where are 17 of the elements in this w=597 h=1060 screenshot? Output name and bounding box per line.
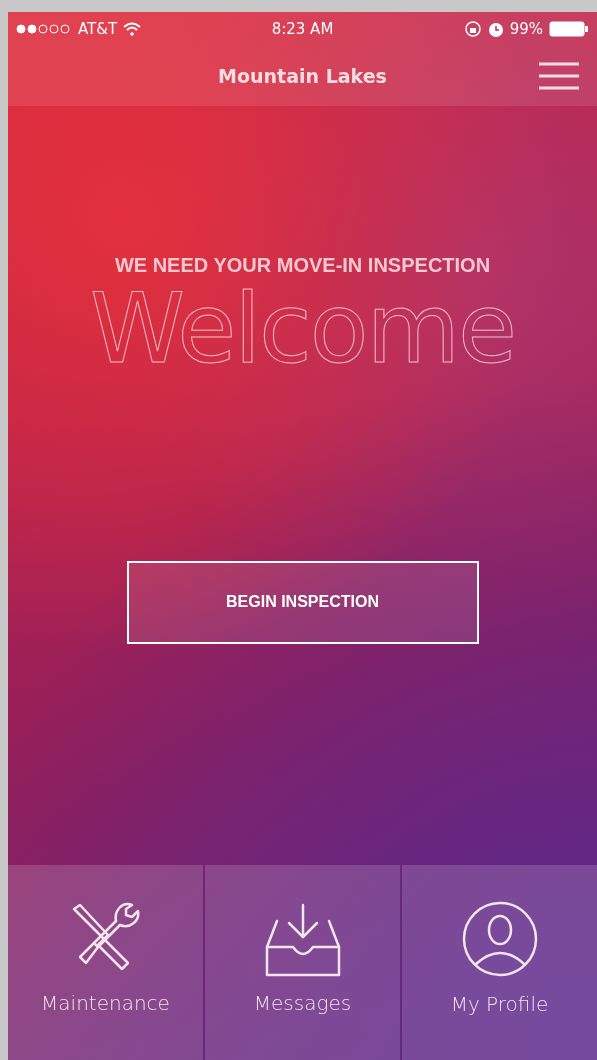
welcome-text: Welcome bbox=[89, 277, 516, 383]
status-time: 8:23 AM bbox=[271, 20, 334, 38]
tab-button[interactable]: My Profile bbox=[402, 865, 597, 1060]
tab-button[interactable]: Maintenance bbox=[8, 865, 203, 1060]
battery-icon bbox=[549, 21, 589, 37]
wifi-icon bbox=[123, 22, 142, 36]
rotation-lock-icon bbox=[463, 20, 482, 38]
menu-button[interactable] bbox=[539, 62, 579, 90]
inspection-heading: WE NEED YOUR MOVE-IN INSPECTION bbox=[114, 254, 491, 277]
alarm-icon bbox=[487, 20, 504, 38]
app-title: Mountain Lakes bbox=[218, 65, 387, 87]
signal-icon bbox=[16, 24, 72, 34]
tab-button[interactable]: Messages bbox=[205, 865, 400, 1060]
begin-inspection-button[interactable]: BEGIN INSPECTION bbox=[126, 560, 479, 644]
battery-percent: 99% bbox=[509, 20, 543, 38]
profile-icon bbox=[460, 900, 539, 978]
carrier-name: AT&T bbox=[78, 20, 118, 38]
